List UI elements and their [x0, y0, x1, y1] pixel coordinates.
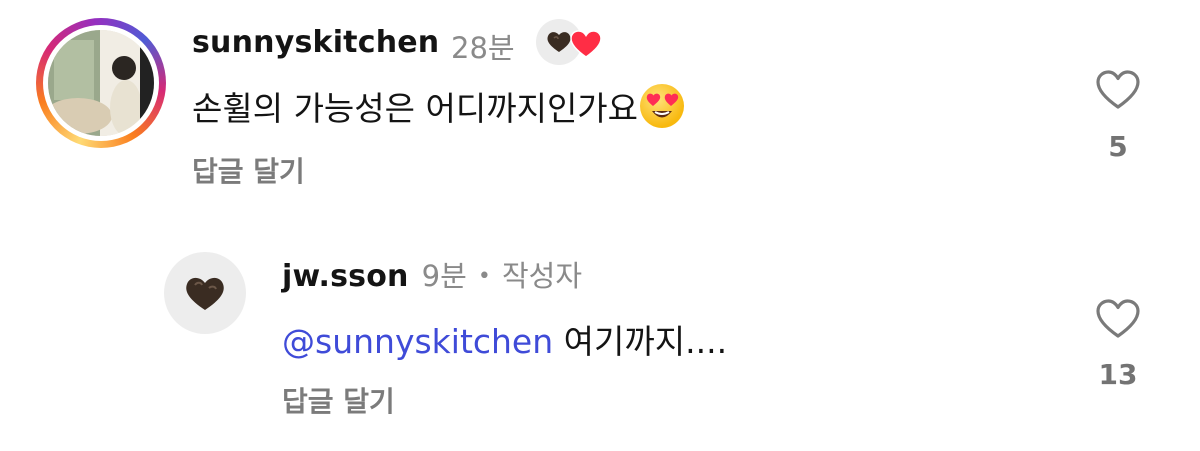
avatar-image [48, 30, 154, 136]
like-count: 5 [1108, 130, 1128, 163]
avatar[interactable] [164, 252, 246, 334]
heart-outline-icon[interactable] [1095, 69, 1141, 111]
mention-link[interactable]: @sunnyskitchen [282, 322, 553, 361]
author-tag: 작성자 [501, 259, 583, 293]
avatar-photo [48, 30, 154, 136]
username[interactable]: sunnyskitchen [192, 25, 439, 60]
username[interactable]: jw.sson [282, 259, 409, 294]
comment-1: sunnyskitchen 28분 손휠의 가능성은 어디까지인가요 답글 달기… [0, 0, 1200, 200]
heart-outline-icon[interactable] [1095, 298, 1141, 340]
reply-button[interactable]: 답글 달기 [192, 150, 305, 190]
comment-2-reply: jw.sson 9분 • 작성자 @sunnyskitchen 여기까지....… [0, 230, 1200, 451]
separator-dot: • [477, 264, 491, 289]
comment-text: 손휠의 가능성은 어디까지인가요 [192, 82, 638, 130]
like-count: 13 [1098, 358, 1138, 391]
heart-avatar-icon [186, 277, 224, 310]
heart-eyes-emoji [640, 84, 685, 128]
timestamp: 9분 [421, 259, 467, 293]
comment-header: jw.sson 9분 • 작성자 [282, 253, 582, 295]
comment-text: @sunnyskitchen 여기까지.... [282, 315, 727, 363]
comment-body: 여기까지.... [563, 322, 728, 361]
comment-body: 손휠의 가능성은 어디까지인가요 [192, 89, 639, 128]
heart-filled-icon [570, 30, 602, 58]
timestamp: 28분 [451, 31, 515, 65]
story-ring-avatar[interactable] [36, 18, 166, 148]
reply-button[interactable]: 답글 달기 [282, 380, 395, 420]
